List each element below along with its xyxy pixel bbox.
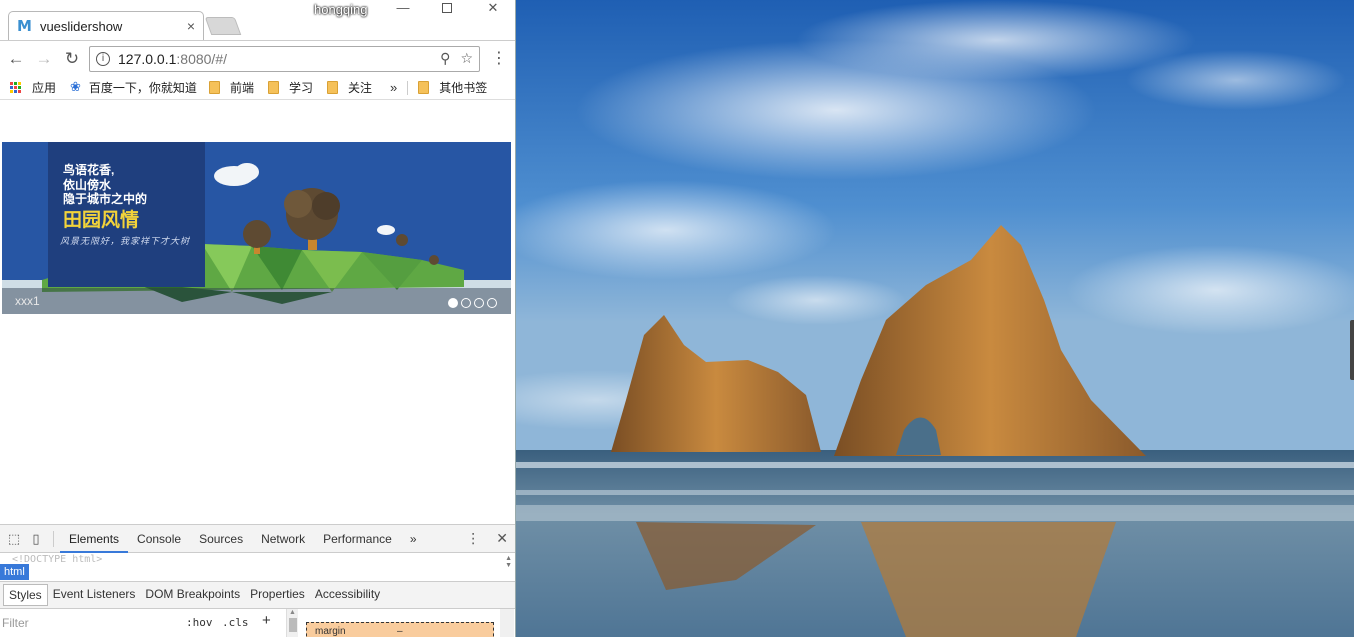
address-bar[interactable]: i 127.0.0.1:8080/#/ ⚲ ☆ (89, 46, 480, 72)
tab-event-listeners[interactable]: Event Listeners (48, 584, 141, 606)
page-viewport: 鸟语花香, 依山傍水 隐于城市之中的 田园风情 风景无限好，我家祥下才大树 xx… (0, 101, 515, 524)
folder-icon (418, 81, 430, 94)
tab-close-icon[interactable]: × (187, 18, 195, 34)
tab-dom-breakpoints[interactable]: DOM Breakpoints (140, 584, 245, 606)
bookmarks-divider (407, 80, 409, 95)
styles-filter-input[interactable]: Filter (2, 616, 29, 630)
profile-name[interactable]: hongqing (314, 2, 368, 17)
devtools-sidebar-tabs: Styles Event Listeners DOM Breakpoints P… (0, 581, 515, 609)
slide-dot[interactable] (487, 298, 497, 308)
devtools-divider (53, 530, 54, 547)
info-icon[interactable]: i (96, 52, 110, 66)
slide-caption-bar (2, 288, 511, 314)
tab-network[interactable]: Network (252, 525, 314, 553)
device-toolbar-icon[interactable]: ▯ (25, 531, 47, 547)
bookmark-folder-frontend[interactable]: 前端 (208, 79, 254, 96)
box-model-label: margin (315, 626, 346, 637)
slideshow[interactable]: 鸟语花香, 依山傍水 隐于城市之中的 田园风情 风景无限好，我家祥下才大树 xx… (2, 142, 511, 314)
tab-accessibility[interactable]: Accessibility (310, 584, 385, 606)
folder-icon (267, 81, 279, 94)
slide-dot[interactable] (448, 298, 458, 308)
tab-sources[interactable]: Sources (190, 525, 252, 553)
back-button[interactable]: ← (2, 49, 30, 69)
devtools-menu-icon[interactable]: ⋮ (466, 530, 480, 547)
forward-button[interactable]: → (30, 49, 58, 69)
styles-scrollbar[interactable]: ▲ (286, 609, 298, 637)
slide-dot[interactable] (461, 298, 471, 308)
bookmark-baidu-label: 百度一下，你就知道 (88, 81, 197, 95)
box-model-scrollbar[interactable] (500, 609, 514, 637)
bookmark-apps[interactable]: 应用 (10, 79, 56, 96)
bookmark-apps-label: 应用 (32, 81, 57, 95)
bookmark-other[interactable]: 其他书签 (418, 79, 487, 96)
url-path: :8080/#/ (176, 51, 227, 67)
tab-performance[interactable]: Performance (314, 525, 401, 553)
tab-styles[interactable]: Styles (3, 584, 48, 606)
apps-grid-icon (10, 81, 22, 94)
slide-title: 田园风情 (63, 210, 140, 231)
baidu-paw-icon: ❀ (70, 80, 81, 95)
tree-scroll-arrows[interactable]: ▲ ▼ (505, 555, 512, 569)
bookmark-folder-label: 学习 (288, 81, 313, 95)
slide-caption: xxx1 (15, 294, 40, 308)
new-tab-button[interactable] (204, 17, 242, 35)
desktop-edge-handle (1350, 320, 1354, 380)
bookmark-star-icon[interactable]: ☆ (460, 50, 473, 67)
maximize-button[interactable] (432, 0, 462, 18)
title-bar: M vueslidershow × hongqing — ✕ (0, 0, 515, 40)
elements-tree: <!DOCTYPE html> html ▲ ▼ (0, 553, 515, 581)
devtools-panel: ⬚ ▯ Elements Console Sources Network Per… (0, 524, 515, 637)
tab-title: vueslidershow (39, 18, 123, 34)
devtools-main-tabs: ⬚ ▯ Elements Console Sources Network Per… (0, 525, 515, 553)
maximize-icon (442, 3, 452, 13)
browser-tab[interactable]: M vueslidershow × (8, 11, 204, 40)
devtools-close-icon[interactable]: ✕ (496, 530, 508, 547)
minimize-button[interactable]: — (388, 0, 418, 18)
bookmark-other-label: 其他书签 (439, 81, 488, 95)
bookmarks-bar: 应用 ❀ 百度一下，你就知道 前端 学习 关注 » 其他书签 (0, 76, 515, 100)
styles-pane: Filter :hov .cls + ▲ margin – (0, 609, 515, 637)
bookmark-folder-study[interactable]: 学习 (267, 79, 313, 96)
slide-dot[interactable] (474, 298, 484, 308)
scroll-up-icon[interactable]: ▲ (287, 609, 298, 616)
favicon-icon: M (17, 17, 32, 35)
bookmark-folder-label: 关注 (347, 81, 372, 95)
bookmark-folder-label: 前端 (229, 81, 254, 95)
new-style-rule-button[interactable]: + (262, 612, 271, 629)
devtools-more-tabs-button[interactable]: » (401, 525, 426, 553)
browser-toolbar: ← → ↻ i 127.0.0.1:8080/#/ ⚲ ☆ ⋮ (0, 40, 515, 76)
close-window-button[interactable]: ✕ (478, 0, 508, 18)
hover-state-toggle[interactable]: :hov (186, 616, 213, 629)
browser-menu-icon[interactable]: ⋮ (491, 51, 507, 67)
url-host: 127.0.0.1 (118, 51, 177, 67)
breadcrumb-html[interactable]: html (0, 564, 29, 580)
box-model-margin: margin – (306, 622, 494, 637)
folder-icon (326, 81, 338, 94)
inspect-element-icon[interactable]: ⬚ (3, 531, 25, 547)
bookmark-baidu[interactable]: ❀ 百度一下，你就知道 (70, 79, 197, 96)
class-toggle[interactable]: .cls (222, 616, 249, 629)
wallpaper-image (516, 0, 1354, 637)
tab-properties[interactable]: Properties (245, 584, 310, 606)
scroll-thumb[interactable] (288, 618, 297, 632)
tab-elements[interactable]: Elements (60, 525, 129, 553)
desktop-wallpaper (516, 0, 1354, 637)
box-model-value: – (397, 626, 403, 637)
bookmarks-overflow-button[interactable]: » (390, 80, 397, 95)
tab-console[interactable]: Console (128, 525, 190, 553)
browser-window: M vueslidershow × hongqing — ✕ ← → ↻ i 1… (0, 0, 516, 637)
folder-icon (208, 81, 220, 94)
reload-button[interactable]: ↻ (58, 49, 86, 69)
slide-subtitle: 风景无限好，我家祥下才大树 (60, 237, 191, 247)
slide-indicator-dots (448, 298, 497, 308)
zoom-icon[interactable]: ⚲ (440, 50, 450, 67)
bookmark-folder-follow[interactable]: 关注 (326, 79, 372, 96)
